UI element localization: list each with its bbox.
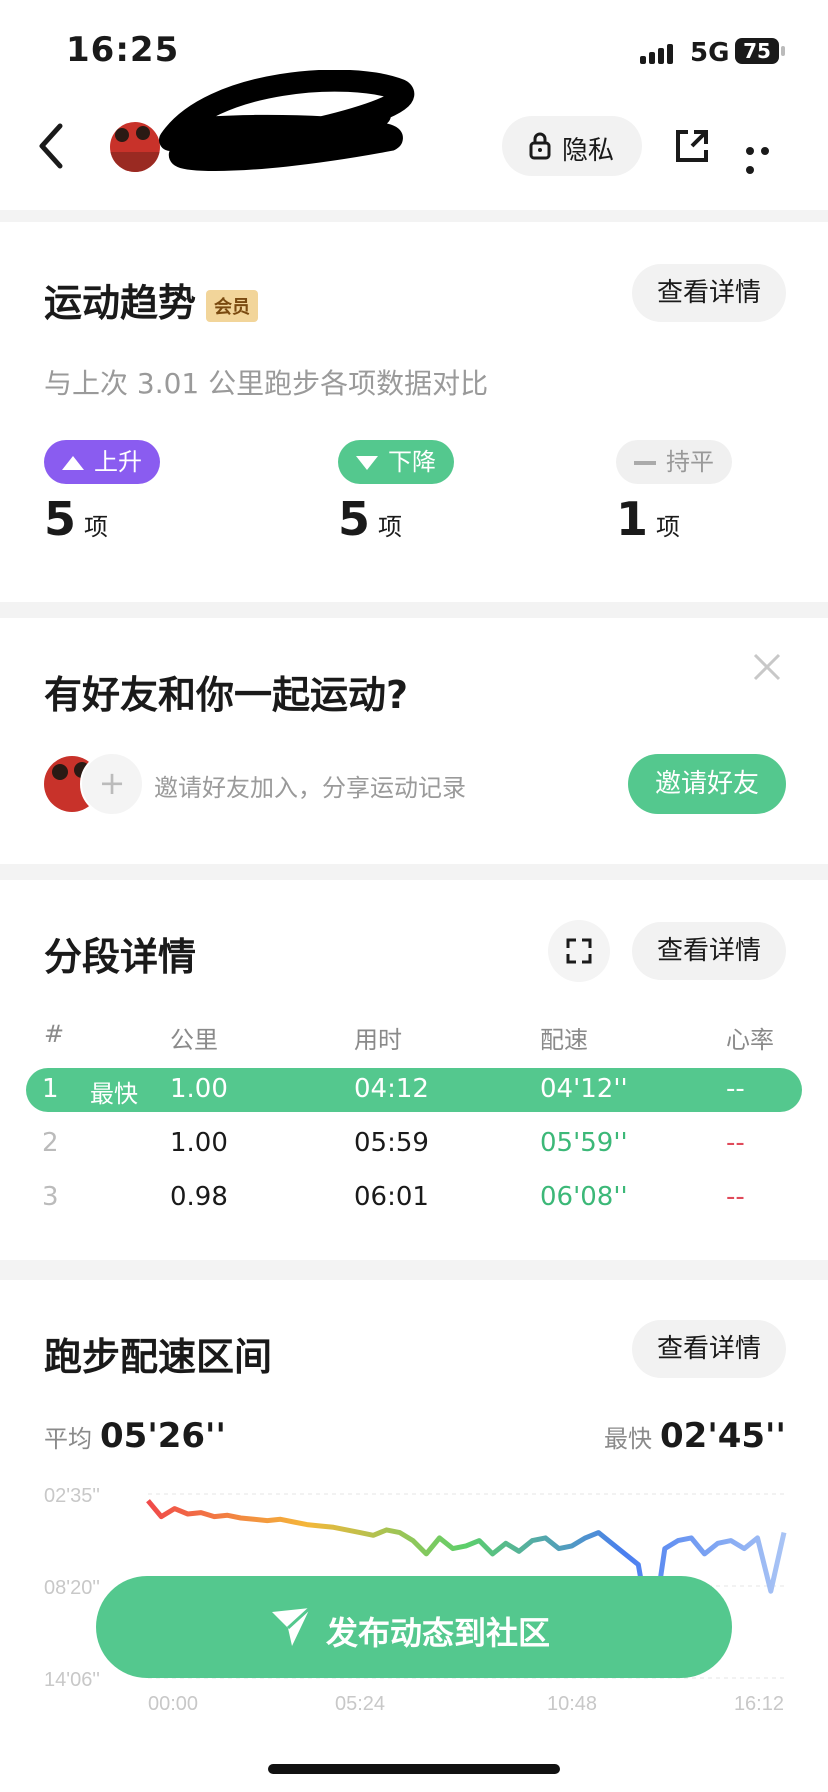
flat-count: 1项 xyxy=(616,492,680,546)
close-icon xyxy=(753,653,781,681)
flat-unit: 项 xyxy=(656,513,681,541)
x-tick-label: 16:12 xyxy=(734,1693,784,1715)
flat-label: 持平 xyxy=(666,448,714,476)
y-tick-label: 08'20'' xyxy=(44,1577,100,1599)
share-external-icon xyxy=(676,130,708,162)
triangle-down-icon xyxy=(356,456,378,470)
row-hr: -- xyxy=(726,1128,745,1158)
avg-pace: 平均 05'26'' xyxy=(44,1416,226,1456)
row-index: 3 xyxy=(42,1182,59,1212)
send-icon xyxy=(272,1606,312,1646)
row-km: 1.00 xyxy=(170,1128,228,1158)
down-count: 5项 xyxy=(338,492,402,546)
col-km: 公里 xyxy=(170,1026,218,1054)
col-pace: 配速 xyxy=(540,1026,588,1054)
pace-detail-button[interactable]: 查看详情 xyxy=(632,1320,786,1378)
battery-tip xyxy=(781,46,785,56)
home-indicator xyxy=(268,1764,560,1774)
down-label: 下降 xyxy=(388,448,436,476)
lock-icon xyxy=(529,132,551,160)
down-count-value: 5 xyxy=(338,492,371,546)
redacted-name xyxy=(150,69,420,184)
friends-card: 有好友和你一起运动? + 邀请好友加入，分享运动记录 邀请好友 xyxy=(0,618,828,864)
row-pace: 05'59'' xyxy=(540,1128,628,1158)
row-km: 1.00 xyxy=(170,1074,228,1104)
pace-title: 跑步配速区间 xyxy=(44,1335,273,1379)
publish-to-community-button[interactable]: 发布动态到社区 xyxy=(96,1576,732,1678)
splits-detail-button[interactable]: 查看详情 xyxy=(632,922,786,980)
row-time: 05:59 xyxy=(354,1128,429,1158)
avg-label: 平均 xyxy=(44,1425,92,1453)
avg-value: 05'26'' xyxy=(100,1416,226,1456)
trend-title: 运动趋势 会员 xyxy=(44,272,259,327)
signal-icon xyxy=(640,44,676,64)
row-time: 06:01 xyxy=(354,1182,429,1212)
x-tick-label: 05:24 xyxy=(335,1693,385,1715)
trend-detail-button[interactable]: 查看详情 xyxy=(632,264,786,322)
row-pace: 04'12'' xyxy=(540,1074,628,1104)
share-button[interactable] xyxy=(672,126,712,166)
trend-card: 运动趋势 会员 查看详情 与上次 3.01 公里跑步各项数据对比 上升 5项 下降… xyxy=(0,222,828,602)
network-label: 5G xyxy=(690,38,730,68)
fullscreen-button[interactable] xyxy=(548,920,610,982)
splits-card: 分段详情 查看详情 # 公里 用时 配速 心率 1 最快 1.00 04:12 … xyxy=(0,880,828,1260)
up-count: 5项 xyxy=(44,492,108,546)
x-tick-label: 00:00 xyxy=(148,1693,198,1715)
privacy-label: 隐私 xyxy=(562,136,615,166)
flat-tag: 持平 xyxy=(616,440,732,484)
row-km: 0.98 xyxy=(170,1182,228,1212)
down-tag: 下降 xyxy=(338,440,454,484)
row-hr: -- xyxy=(726,1182,745,1212)
dash-icon xyxy=(634,461,656,465)
row-pace: 06'08'' xyxy=(540,1182,628,1212)
fast-label: 最快 xyxy=(604,1425,652,1453)
status-time: 16:25 xyxy=(66,30,180,70)
col-time: 用时 xyxy=(354,1026,402,1054)
col-hr: 心率 xyxy=(726,1026,774,1054)
y-tick-label: 02'35'' xyxy=(44,1485,100,1507)
table-row[interactable]: 1 最快 1.00 04:12 04'12'' -- xyxy=(26,1068,802,1112)
chevron-left-icon xyxy=(39,123,63,169)
fastest-tag: 最快 xyxy=(90,1080,138,1108)
publish-label: 发布动态到社区 xyxy=(326,1614,551,1652)
fast-value: 02'45'' xyxy=(660,1416,786,1456)
trend-title-text: 运动趋势 xyxy=(44,281,197,325)
privacy-button[interactable]: 隐私 xyxy=(502,116,642,176)
more-options-button[interactable] xyxy=(746,140,790,174)
down-unit: 项 xyxy=(378,513,403,541)
up-tag: 上升 xyxy=(44,440,160,484)
row-index: 1 xyxy=(42,1074,59,1104)
table-row[interactable]: 3 0.98 06:01 06'08'' -- xyxy=(26,1176,802,1220)
close-button[interactable] xyxy=(752,652,782,686)
expand-icon xyxy=(566,938,592,964)
add-friend-icon[interactable]: + xyxy=(80,752,144,816)
trend-subtitle: 与上次 3.01 公里跑步各项数据对比 xyxy=(44,367,489,400)
friends-title: 有好友和你一起运动? xyxy=(44,673,409,717)
table-row[interactable]: 2 1.00 05:59 05'59'' -- xyxy=(26,1122,802,1166)
fastest-pace: 最快 02'45'' xyxy=(604,1416,786,1456)
up-count-value: 5 xyxy=(44,492,77,546)
row-time: 04:12 xyxy=(354,1074,429,1104)
flat-count-value: 1 xyxy=(616,492,649,546)
up-unit: 项 xyxy=(84,513,109,541)
battery-icon: 75 xyxy=(735,38,779,64)
member-badge: 会员 xyxy=(206,289,259,322)
y-tick-label: 14'06'' xyxy=(44,1669,100,1691)
x-tick-label: 10:48 xyxy=(547,1693,597,1715)
invite-friends-button[interactable]: 邀请好友 xyxy=(628,754,786,814)
splits-title: 分段详情 xyxy=(44,935,197,979)
triangle-up-icon xyxy=(62,456,84,470)
pace-card: 跑步配速区间 查看详情 平均 05'26'' 最快 02'45'' 02'35'' 0… xyxy=(0,1280,828,1792)
invite-text: 邀请好友加入，分享运动记录 xyxy=(154,774,466,802)
up-label: 上升 xyxy=(94,448,142,476)
row-index: 2 xyxy=(42,1128,59,1158)
row-hr: -- xyxy=(726,1074,745,1104)
back-button[interactable] xyxy=(32,120,72,172)
col-index: # xyxy=(44,1020,65,1048)
